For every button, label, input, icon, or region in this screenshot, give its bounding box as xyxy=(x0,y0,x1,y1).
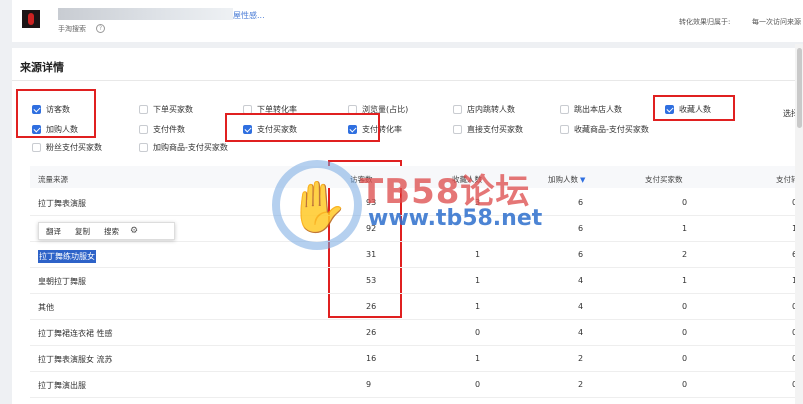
cell-cart: 4 xyxy=(578,276,584,285)
scrollbar-thumb[interactable] xyxy=(797,48,802,128)
metric-label: 店内跳转人数 xyxy=(467,105,515,114)
cell-visitors: 26 xyxy=(366,302,377,311)
cell-source: 拉丁舞表演服 xyxy=(38,199,86,208)
metric-checkbox[interactable]: 粉丝支付买家数 xyxy=(32,142,102,153)
checkbox-unchecked-icon[interactable] xyxy=(139,143,148,152)
watermark-hand-icon: ✋ xyxy=(287,178,350,236)
metric-checkbox[interactable]: 收藏商品-支付买家数 xyxy=(560,124,649,135)
product-thumbnail[interactable] xyxy=(22,10,40,28)
cell-favorites: 1 xyxy=(475,250,481,259)
annotation-box xyxy=(16,89,96,138)
checkbox-unchecked-icon[interactable] xyxy=(139,105,148,114)
metric-checkbox[interactable]: 跳出本店人数 xyxy=(560,104,622,115)
metric-label: 下单买家数 xyxy=(153,105,193,114)
copy-button[interactable]: 复制 xyxy=(68,226,97,237)
cell-source: 拉丁舞练功服女 xyxy=(38,250,96,263)
metric-label: 粉丝支付买家数 xyxy=(46,143,102,152)
cell-favorites: 1 xyxy=(475,354,481,363)
cell-favorites: 0 xyxy=(475,328,481,337)
metric-checkbox[interactable]: 直接支付买家数 xyxy=(453,124,523,135)
checkbox-unchecked-icon[interactable] xyxy=(453,125,462,134)
metric-label: 加购商品-支付买家数 xyxy=(153,143,228,152)
cell-buyers: 0 xyxy=(682,198,688,207)
column-header-cart[interactable]: 加购人数 ▼ xyxy=(548,174,585,185)
annotation-box xyxy=(225,113,380,142)
column-header-source[interactable]: 流量来源 xyxy=(38,174,68,185)
divider xyxy=(12,80,803,81)
checkbox-unchecked-icon[interactable] xyxy=(453,105,462,114)
metric-label: 收藏商品-支付买家数 xyxy=(574,125,649,134)
cell-buyers: 1 xyxy=(682,276,688,285)
metric-label: 跳出本店人数 xyxy=(574,105,622,114)
metric-checkbox[interactable]: 店内跳转人数 xyxy=(453,104,515,115)
metric-checkbox[interactable]: 下单买家数 xyxy=(139,104,193,115)
column-header-cart-label: 加购人数 xyxy=(548,175,578,184)
metric-checkbox[interactable]: 加购商品-支付买家数 xyxy=(139,142,228,153)
search-button[interactable]: 搜索 xyxy=(97,226,126,237)
help-icon[interactable]: ? xyxy=(96,24,105,33)
cell-buyers: 0 xyxy=(682,328,688,337)
cell-source: 拉丁舞裙连衣裙 性感 xyxy=(38,329,113,338)
cell-source: 拉丁舞表演服女 流苏 xyxy=(38,355,113,364)
sort-desc-icon[interactable]: ▼ xyxy=(580,176,585,184)
cell-cart: 2 xyxy=(578,380,584,389)
cell-cart: 6 xyxy=(578,198,584,207)
text-selection-popup: 翻译 复制 搜索 ⚙ xyxy=(38,222,175,240)
cell-buyers: 0 xyxy=(682,354,688,363)
cell-buyers: 0 xyxy=(682,380,688,389)
cell-visitors: 31 xyxy=(366,250,377,259)
cell-cart: 6 xyxy=(578,250,584,259)
cell-source: 拉丁舞演出服 xyxy=(38,381,86,390)
gear-icon[interactable]: ⚙ xyxy=(130,226,138,236)
cell-buyers: 0 xyxy=(682,302,688,311)
product-title-blurred xyxy=(58,8,233,20)
cell-favorites: 1 xyxy=(475,302,481,311)
cell-visitors: 53 xyxy=(366,276,377,285)
attribution-label: 转化效果归属于: xyxy=(679,18,731,26)
metric-checkbox[interactable]: 支付件数 xyxy=(139,124,185,135)
metric-label: 支付件数 xyxy=(153,125,185,134)
cell-cart: 4 xyxy=(578,328,584,337)
cell-source: 其他 xyxy=(38,303,54,312)
column-header-buyers[interactable]: 支付买家数 xyxy=(645,174,683,185)
section-title: 来源详情 xyxy=(20,61,64,74)
attribution-value[interactable]: 每一次访问来源 xyxy=(752,17,801,27)
checkbox-unchecked-icon[interactable] xyxy=(32,143,41,152)
metric-label: 直接支付买家数 xyxy=(467,125,523,134)
cell-buyers: 2 xyxy=(682,250,688,259)
cell-source: 皇朝拉丁舞服 xyxy=(38,277,86,286)
cell-cart: 6 xyxy=(578,224,584,233)
cell-visitors: 9 xyxy=(366,380,372,389)
cell-visitors: 16 xyxy=(366,354,377,363)
cell-cart: 2 xyxy=(578,354,584,363)
cell-visitors: 26 xyxy=(366,328,377,337)
cell-favorites: 0 xyxy=(475,380,481,389)
watermark-url: www.tb58.net xyxy=(368,206,543,231)
cell-cart: 4 xyxy=(578,302,584,311)
translate-button[interactable]: 翻译 xyxy=(39,226,68,237)
source-caption: 手淘搜索 xyxy=(58,25,86,33)
cell-buyers: 1 xyxy=(682,224,688,233)
checkbox-unchecked-icon[interactable] xyxy=(139,125,148,134)
annotation-box xyxy=(653,95,735,121)
checkbox-unchecked-icon[interactable] xyxy=(560,125,569,134)
cell-favorites: 1 xyxy=(475,276,481,285)
product-title-link[interactable]: 屋性感... xyxy=(233,10,265,21)
checkbox-unchecked-icon[interactable] xyxy=(560,105,569,114)
